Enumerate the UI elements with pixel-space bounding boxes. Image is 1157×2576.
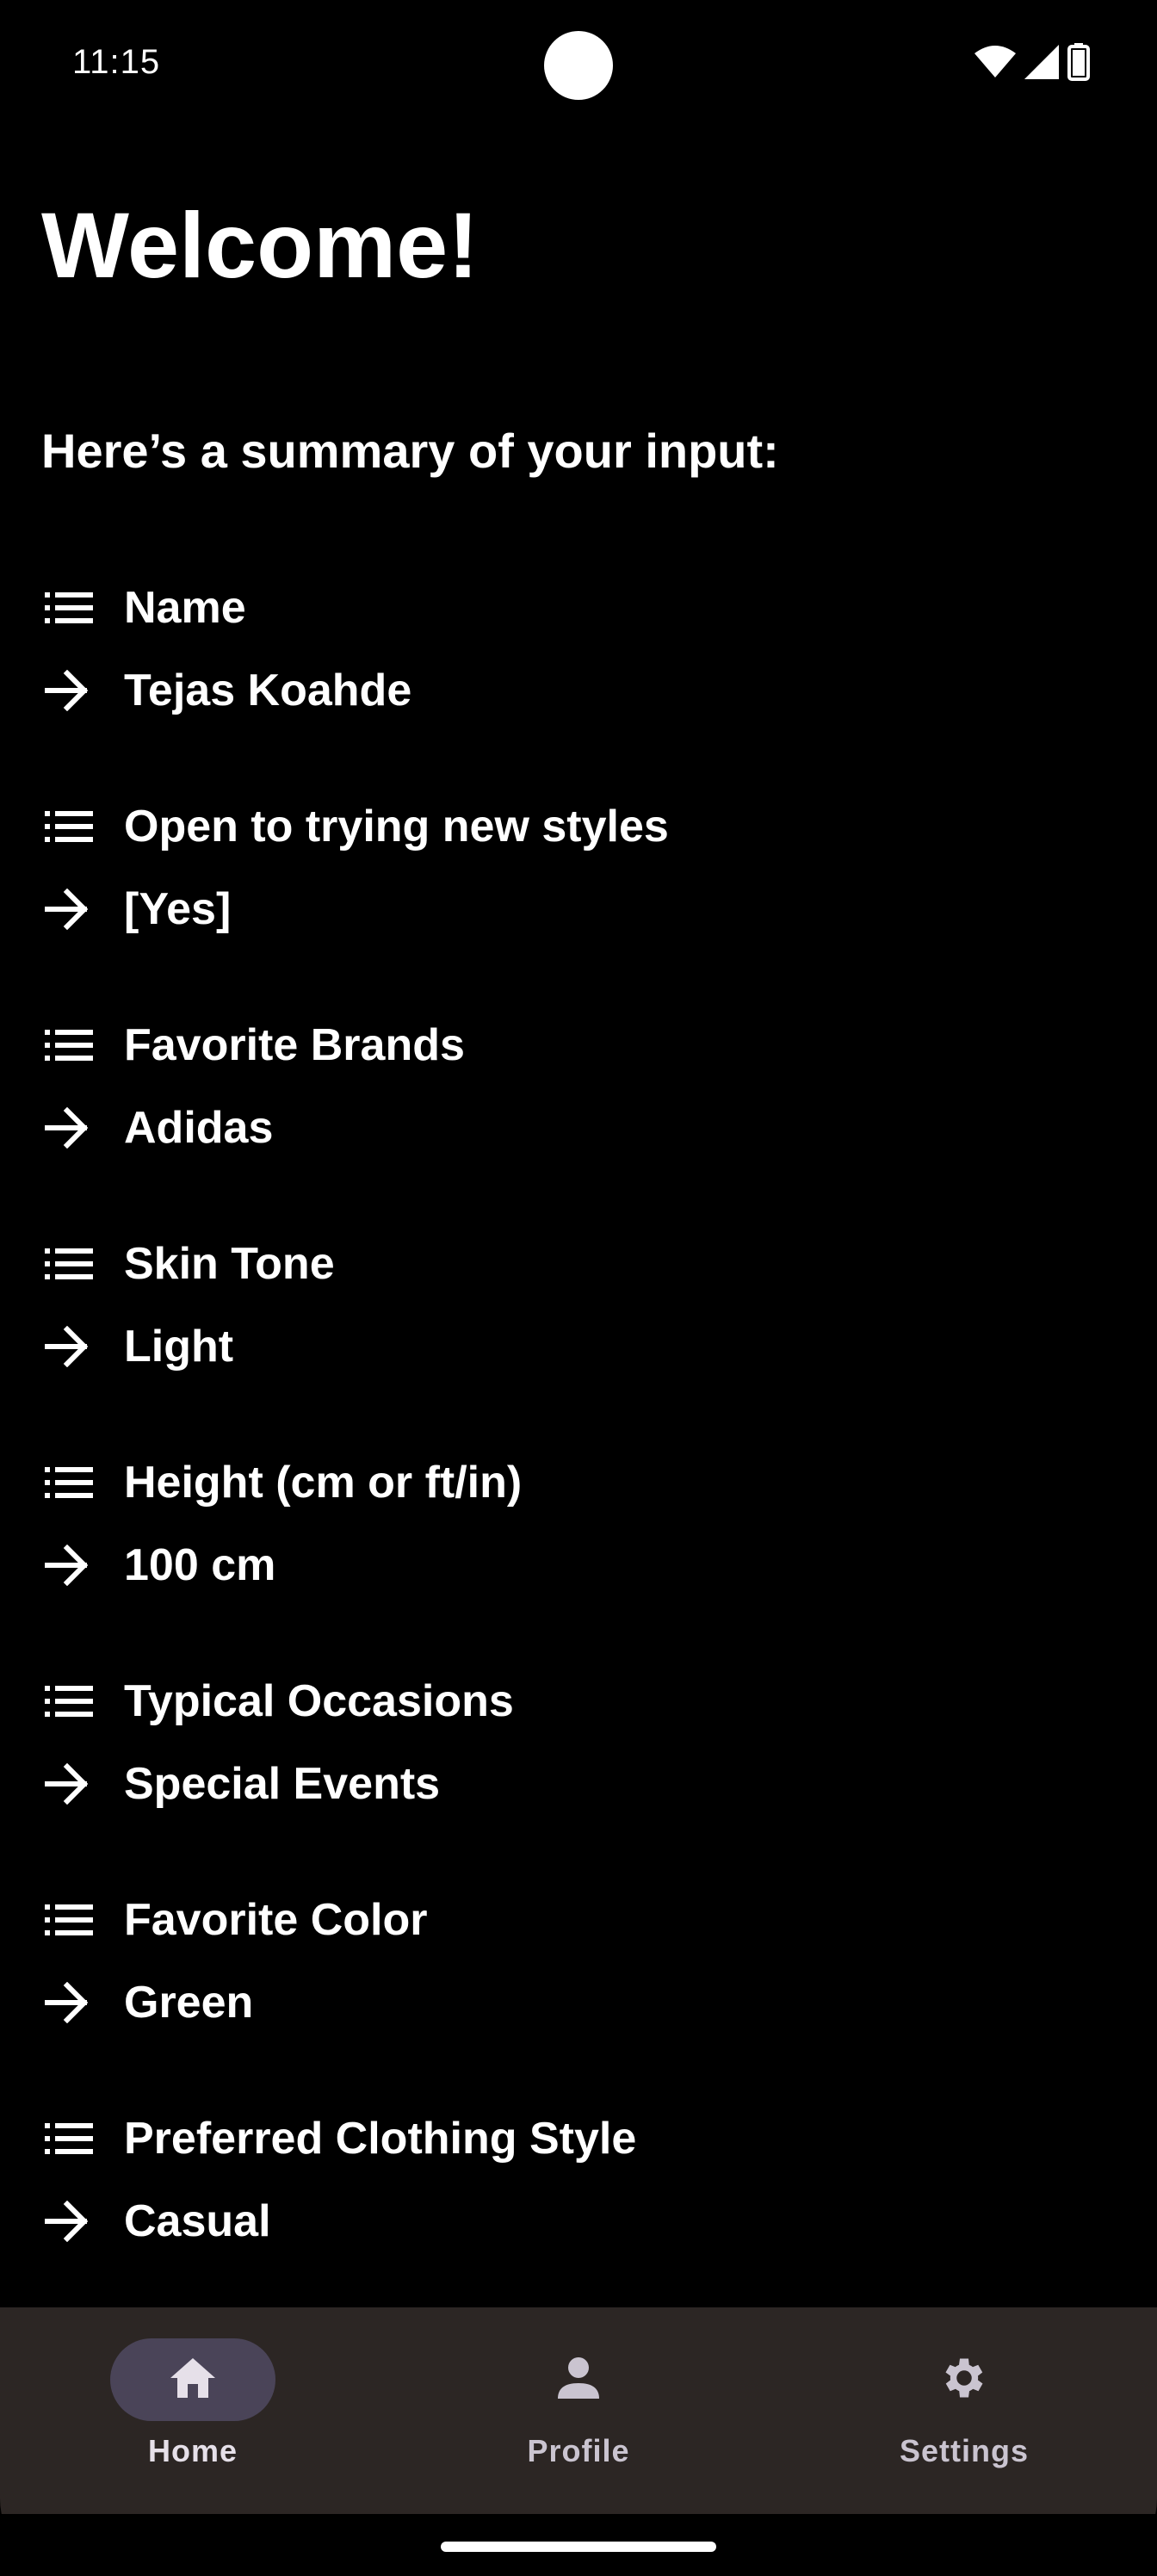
arrow-right-icon (45, 1100, 100, 1155)
wifi-icon (974, 45, 1016, 79)
summary-label: Typical Occasions (124, 1676, 514, 1726)
summary-list: Name Tejas Koahde Open to trying new sty… (41, 577, 1116, 2326)
summary-value-row: 100 cm (41, 1534, 275, 1596)
summary-label-row: Open to trying new styles (41, 796, 669, 858)
summary-value: Light (124, 1322, 234, 1372)
arrow-right-icon (45, 1975, 100, 2030)
list-icon (45, 1892, 100, 1947)
summary-label-row: Favorite Brands (41, 1014, 465, 1076)
arrow-right-icon (45, 1538, 100, 1593)
summary-value: Special Events (124, 1759, 441, 1809)
battery-icon (1067, 43, 1090, 81)
list-icon (45, 1455, 100, 1510)
nav-item-profile[interactable]: Profile (386, 2307, 771, 2514)
summary-label: Preferred Clothing Style (124, 2114, 637, 2164)
arrow-right-icon (45, 2194, 100, 2249)
summary-subtitle: Here’s a summary of your input: (41, 424, 779, 478)
summary-label-row: Typical Occasions (41, 1670, 514, 1732)
arrow-right-icon (45, 1319, 100, 1374)
summary-value-row: Green (41, 1972, 253, 2034)
list-icon (45, 2111, 100, 2166)
summary-label: Height (cm or ft/in) (124, 1458, 523, 1508)
summary-label: Favorite Brands (124, 1020, 465, 1070)
summary-label: Skin Tone (124, 1239, 335, 1289)
summary-item-clothing-style: Preferred Clothing Style Casual (41, 2108, 1116, 2326)
nav-label-settings: Settings (899, 2433, 1029, 2468)
summary-label: Open to trying new styles (124, 802, 669, 851)
nav-label-profile: Profile (527, 2433, 630, 2468)
list-icon (45, 1674, 100, 1729)
summary-item-name: Name Tejas Koahde (41, 577, 1116, 796)
summary-value: Tejas Koahde (124, 666, 412, 715)
person-icon (556, 2356, 601, 2405)
summary-value: Green (124, 1978, 254, 2028)
bottom-navigation: Home Profile Settings (0, 2307, 1157, 2514)
camera-cutout (544, 31, 613, 100)
page-title: Welcome! (41, 193, 480, 297)
summary-value-row: Special Events (41, 1753, 440, 1815)
status-bar: 11:15 (0, 0, 1157, 129)
summary-value-row: Light (41, 1316, 233, 1378)
arrow-right-icon (45, 663, 100, 718)
summary-label-row: Skin Tone (41, 1233, 335, 1295)
summary-value: 100 cm (124, 1540, 276, 1590)
summary-item-skin-tone: Skin Tone Light (41, 1233, 1116, 1452)
list-icon (45, 580, 100, 635)
summary-item-new-styles: Open to trying new styles [Yes] (41, 796, 1116, 1014)
summary-value-row: [Yes] (41, 878, 231, 940)
summary-value-row: Adidas (41, 1097, 273, 1159)
nav-label-home: Home (147, 2433, 238, 2468)
summary-label: Favorite Color (124, 1895, 428, 1945)
status-time: 11:15 (72, 43, 161, 81)
summary-value: Casual (124, 2196, 271, 2246)
gesture-handle[interactable] (441, 2542, 716, 2552)
summary-value: [Yes] (124, 884, 232, 934)
nav-item-settings[interactable]: Settings (771, 2307, 1157, 2514)
summary-label-row: Name (41, 577, 246, 639)
summary-label-row: Height (cm or ft/in) (41, 1452, 522, 1514)
nav-icon-container (882, 2338, 1047, 2421)
nav-item-home[interactable]: Home (0, 2307, 386, 2514)
summary-item-brands: Favorite Brands Adidas (41, 1014, 1116, 1233)
list-icon (45, 1236, 100, 1291)
summary-label: Name (124, 583, 246, 633)
summary-value: Adidas (124, 1103, 274, 1153)
arrow-right-icon (45, 882, 100, 937)
summary-item-occasions: Typical Occasions Special Events (41, 1670, 1116, 1889)
nav-active-indicator (110, 2338, 275, 2421)
summary-item-height: Height (cm or ft/in) 100 cm (41, 1452, 1116, 1670)
status-icons (974, 43, 1090, 81)
summary-item-color: Favorite Color Green (41, 1889, 1116, 2108)
summary-label-row: Preferred Clothing Style (41, 2108, 636, 2170)
home-icon (169, 2356, 217, 2404)
summary-value-row: Casual (41, 2190, 271, 2252)
app-screen: 11:15 Welcome! Here’s a summary of your … (0, 0, 1157, 2576)
nav-icon-container (496, 2338, 661, 2421)
arrow-right-icon (45, 1756, 100, 1811)
list-icon (45, 799, 100, 854)
summary-label-row: Favorite Color (41, 1889, 428, 1951)
gear-icon (938, 2352, 990, 2408)
summary-value-row: Tejas Koahde (41, 659, 411, 721)
list-icon (45, 1018, 100, 1073)
signal-icon (1024, 45, 1059, 79)
